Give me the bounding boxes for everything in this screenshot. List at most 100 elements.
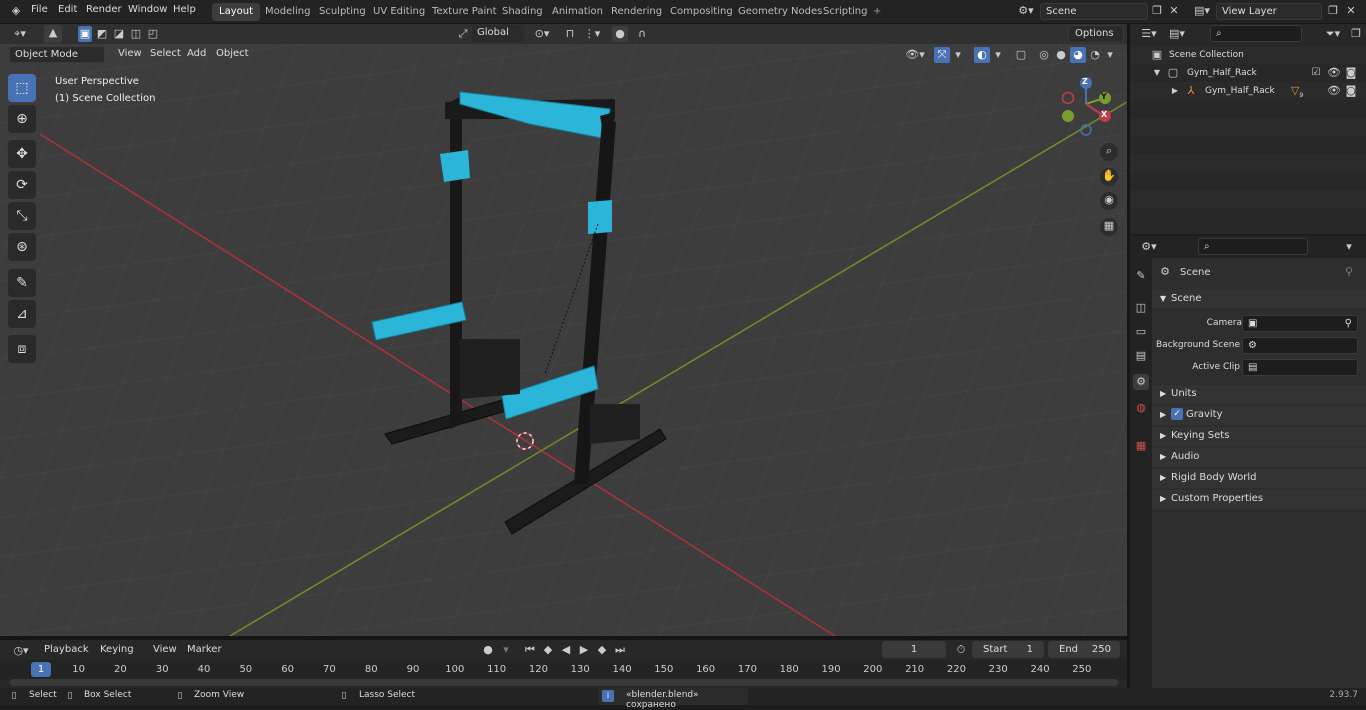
- next-keyframe-icon[interactable]: ◆: [594, 642, 610, 658]
- tab-geometry-nodes[interactable]: Geometry Nodes: [731, 3, 829, 21]
- gizmo-dropdown-icon[interactable]: ▾: [952, 47, 964, 63]
- outliner-row-object[interactable]: ▶ ⅄ Gym_Half_Rack ▽9 👁 ◙: [1130, 82, 1366, 100]
- outliner-search-input[interactable]: ⌕: [1210, 25, 1302, 42]
- camera-field[interactable]: ▣ ⚲: [1242, 315, 1358, 332]
- new-collection-icon[interactable]: ❐: [1348, 26, 1364, 42]
- xray-toggle-icon[interactable]: ▢: [1014, 47, 1028, 63]
- gravity-panel-header[interactable]: ▶ ✓ Gravity: [1152, 406, 1366, 425]
- render-tab-icon[interactable]: ◫: [1133, 300, 1149, 316]
- object-mode-dropdown[interactable]: Object Mode: [9, 46, 105, 63]
- menu-window[interactable]: Window: [128, 4, 167, 15]
- jump-end-icon[interactable]: ⏭: [612, 642, 628, 658]
- timeline-menu-marker[interactable]: Marker: [187, 644, 222, 655]
- record-icon[interactable]: ●: [480, 642, 496, 658]
- mode-intersect-icon[interactable]: ◰: [146, 26, 160, 42]
- tool-tab-icon[interactable]: ✎: [1133, 268, 1149, 284]
- tab-layout[interactable]: Layout: [212, 3, 260, 21]
- orientation-icon[interactable]: ⤢: [456, 26, 470, 42]
- play-reverse-icon[interactable]: ◀: [558, 642, 574, 658]
- preview-range-icon[interactable]: ⏱: [954, 642, 968, 658]
- scene-tab-icon[interactable]: ⚙: [1133, 374, 1149, 390]
- gravity-checkbox[interactable]: ✓: [1171, 408, 1183, 420]
- outliner-editor-type-icon[interactable]: ☰▾: [1136, 26, 1162, 42]
- move-tool-icon[interactable]: ✥: [8, 140, 36, 168]
- rotate-tool-icon[interactable]: ⟳: [8, 171, 36, 199]
- audio-panel-header[interactable]: ▶ Audio: [1152, 448, 1366, 467]
- tab-rendering[interactable]: Rendering: [604, 3, 669, 21]
- ortho-toggle-icon[interactable]: ▦: [1100, 218, 1118, 236]
- eye-icon[interactable]: 👁: [1327, 65, 1341, 81]
- add-workspace-button[interactable]: +: [866, 3, 888, 21]
- output-tab-icon[interactable]: ▭: [1133, 324, 1149, 340]
- record-dropdown-icon[interactable]: ▾: [500, 642, 512, 658]
- units-panel-header[interactable]: ▶ Units: [1152, 385, 1366, 404]
- 3d-viewport[interactable]: User Perspective (1) Scene Collection Z …: [0, 44, 1127, 636]
- display-mode-icon[interactable]: ▤▾: [1164, 26, 1190, 42]
- tab-compositing[interactable]: Compositing: [663, 3, 740, 21]
- options-button[interactable]: Options: [1068, 25, 1124, 43]
- filter-icon[interactable]: ⏷▾: [1320, 26, 1346, 42]
- keying-sets-panel-header[interactable]: ▶ Keying Sets: [1152, 427, 1366, 446]
- menu-file[interactable]: File: [31, 4, 48, 15]
- delete-scene-icon[interactable]: ✕: [1167, 3, 1181, 19]
- scale-tool-icon[interactable]: ⤡: [8, 202, 36, 230]
- menu-edit[interactable]: Edit: [58, 4, 77, 15]
- report-message[interactable]: i «blender.blend» сохранено: [598, 688, 748, 710]
- snap-target-icon[interactable]: ⋮▾: [580, 26, 604, 42]
- editor-type-icon[interactable]: ⌖▾: [8, 26, 32, 42]
- scene-panel-header[interactable]: ▼ Scene: [1152, 290, 1366, 308]
- wireframe-shading-icon[interactable]: ◎: [1036, 47, 1052, 63]
- checkbox-icon[interactable]: ☑: [1310, 65, 1322, 81]
- scene-name-field[interactable]: Scene: [1040, 3, 1148, 20]
- expand-arrow-icon[interactable]: ▶: [1170, 83, 1180, 99]
- viewport-menu-select[interactable]: Select: [150, 48, 181, 59]
- new-view-layer-icon[interactable]: ❐: [1326, 3, 1340, 19]
- delete-view-layer-icon[interactable]: ✕: [1344, 3, 1358, 19]
- tab-uv-editing[interactable]: UV Editing: [366, 3, 432, 21]
- navigation-gizmo[interactable]: Z Y X: [1058, 76, 1118, 136]
- timeline-menu-keying[interactable]: Keying: [100, 644, 134, 655]
- jump-start-icon[interactable]: ⏮: [522, 642, 538, 658]
- scene-selector-icon[interactable]: ⚙▾: [1014, 3, 1038, 19]
- cursor-tool-icon[interactable]: ⊕: [8, 105, 36, 133]
- material-shading-icon[interactable]: ◕: [1070, 47, 1086, 63]
- play-icon[interactable]: ▶: [576, 642, 592, 658]
- start-frame-field[interactable]: Start 1: [972, 641, 1044, 658]
- pan-view-icon[interactable]: ✋: [1100, 168, 1118, 186]
- camera-render-icon[interactable]: ◙: [1344, 83, 1358, 99]
- properties-search-input[interactable]: ⌕: [1198, 238, 1308, 255]
- tab-sculpting[interactable]: Sculpting: [312, 3, 373, 21]
- viewport-menu-object[interactable]: Object: [216, 48, 249, 59]
- background-scene-field[interactable]: ⚙: [1242, 337, 1358, 354]
- camera-view-icon[interactable]: ◉: [1100, 192, 1118, 210]
- prev-keyframe-icon[interactable]: ◆: [540, 642, 556, 658]
- snap-icon[interactable]: ⊓: [562, 26, 578, 42]
- transform-tool-icon[interactable]: ⊛: [8, 233, 36, 261]
- viewport-menu-view[interactable]: View: [118, 48, 142, 59]
- overlay-toggle-icon[interactable]: ◐: [974, 47, 990, 63]
- zoom-view-icon[interactable]: ⌕: [1100, 143, 1118, 161]
- expand-arrow-icon[interactable]: ▼: [1152, 65, 1162, 81]
- end-frame-field[interactable]: End 250: [1048, 641, 1120, 658]
- properties-options-icon[interactable]: ▾: [1342, 239, 1356, 255]
- world-tab-icon[interactable]: ◍: [1133, 400, 1149, 416]
- eyedropper-icon[interactable]: ⚲: [1345, 318, 1352, 329]
- timeline-scrollbar[interactable]: [10, 679, 1118, 686]
- gizmo-toggle-icon[interactable]: ⤧: [934, 47, 950, 63]
- view-layer-selector-icon[interactable]: ▤▾: [1190, 3, 1214, 19]
- measure-tool-icon[interactable]: ⊿: [8, 300, 36, 328]
- transform-orientation-dropdown[interactable]: Global: [472, 25, 524, 42]
- texture-tab-icon[interactable]: ▦: [1133, 438, 1149, 454]
- timeline-editor-type-icon[interactable]: ◷▾: [8, 643, 34, 659]
- visibility-selector-icon[interactable]: 👁▾: [902, 47, 928, 63]
- proportional-edit-icon[interactable]: ●: [612, 26, 628, 42]
- mode-invert-icon[interactable]: ◫: [129, 26, 143, 42]
- tab-shading[interactable]: Shading: [495, 3, 550, 21]
- view-layer-field[interactable]: View Layer: [1216, 3, 1322, 20]
- solid-shading-icon[interactable]: ●: [1053, 47, 1069, 63]
- mode-extend-icon[interactable]: ◩: [95, 26, 109, 42]
- add-cube-tool-icon[interactable]: ⧈: [8, 335, 36, 363]
- pivot-point-icon[interactable]: ⊙▾: [530, 26, 554, 42]
- menu-help[interactable]: Help: [173, 4, 196, 15]
- annotate-tool-icon[interactable]: ✎: [8, 269, 36, 297]
